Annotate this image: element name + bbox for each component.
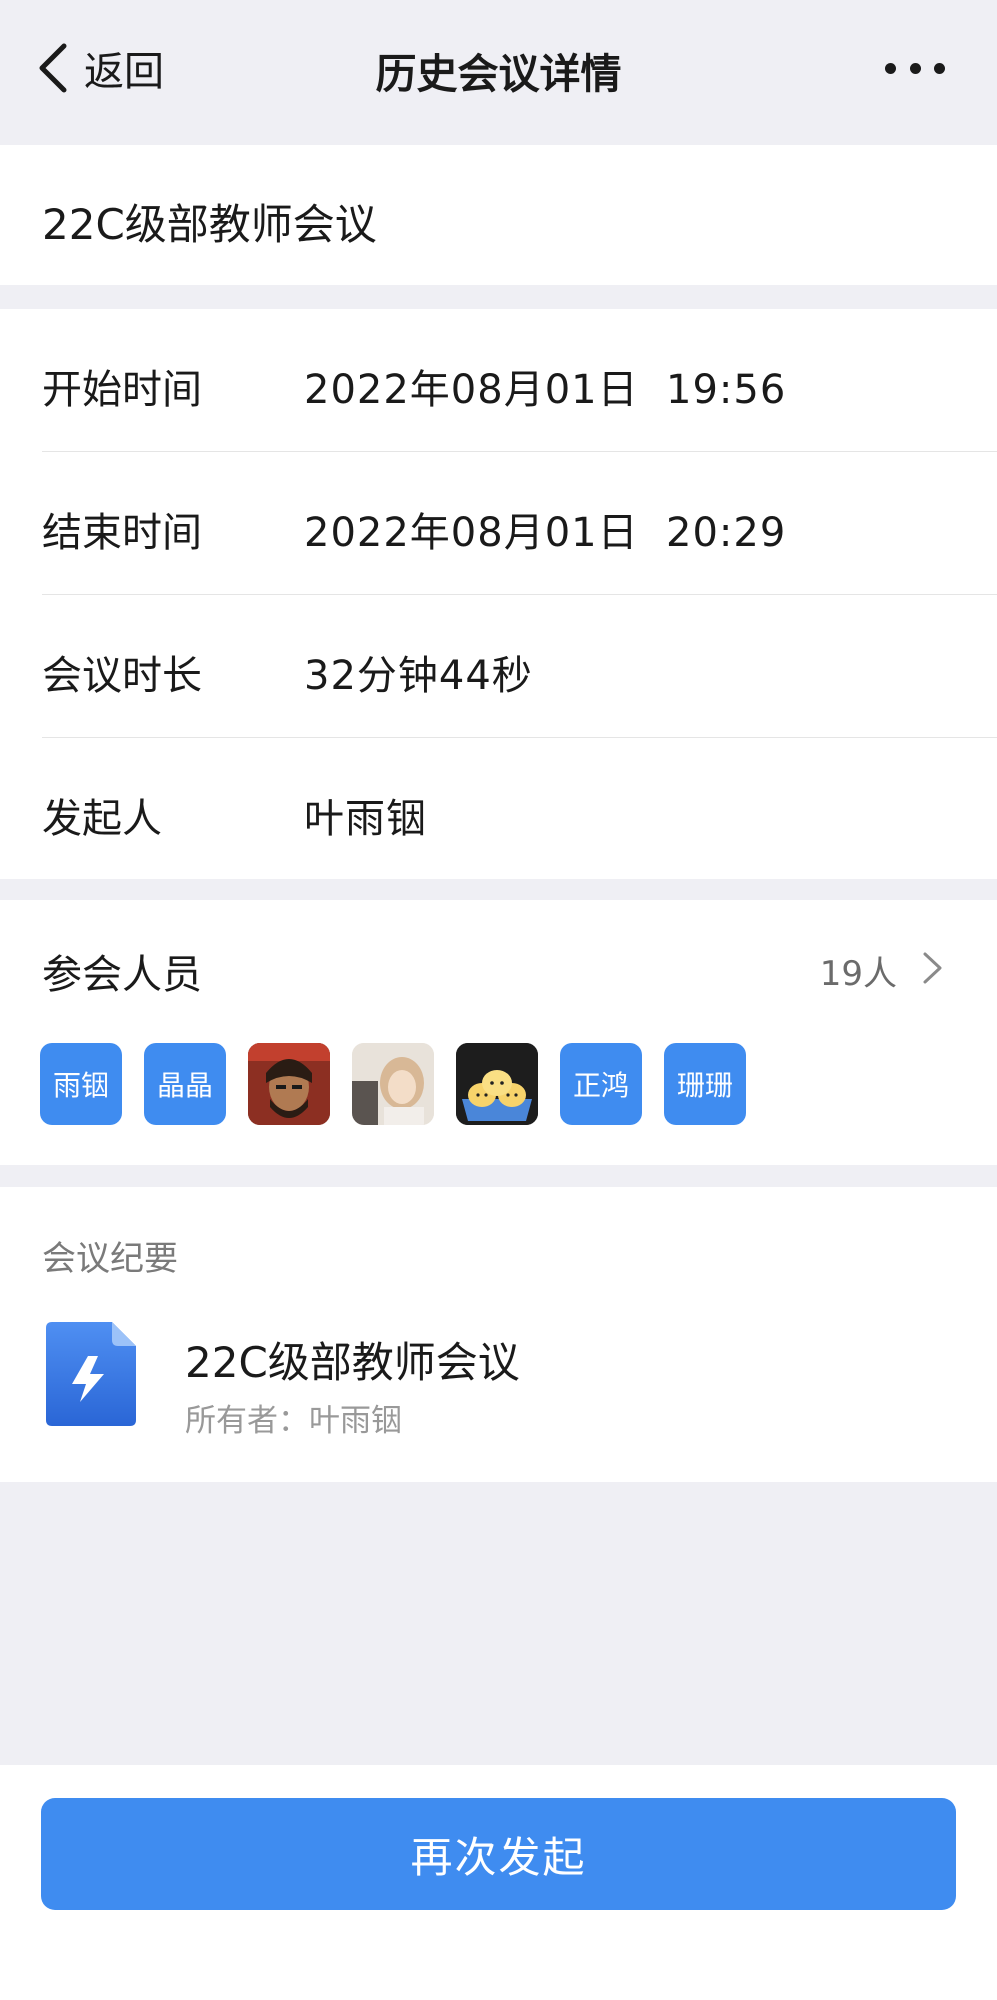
avatar[interactable]: 雨铟 <box>40 1043 122 1125</box>
detail-value: 2022年08月01日 19:56 <box>304 367 787 413</box>
detail-row-end-time: 结束时间 2022年08月01日 20:29 <box>42 452 997 595</box>
detail-label: 开始时间 <box>42 367 202 413</box>
avatar-label: 珊珊 <box>676 1069 733 1102</box>
lightning-doc-icon <box>46 1322 136 1426</box>
meeting-name: 22C级部教师会议 <box>42 200 377 249</box>
avatar[interactable]: 珊珊 <box>664 1043 746 1125</box>
participants-title: 参会人员 <box>42 952 202 998</box>
photo-avatar-woman[interactable] <box>352 1043 434 1125</box>
detail-label: 结束时间 <box>42 510 202 556</box>
avatar-label: 晶晶 <box>156 1069 213 1102</box>
nav-bar: 返回 历史会议详情 <box>0 0 997 140</box>
detail-value: 32分钟44秒 <box>304 653 533 699</box>
meeting-details-card: 开始时间 2022年08月01日 19:56 结束时间 2022年08月01日 … <box>0 309 997 879</box>
detail-value: 2022年08月01日 20:29 <box>304 510 787 556</box>
minutes-card: 会议纪要 22C级部教师会议 所有者：叶雨铟 <box>0 1187 997 1482</box>
detail-label: 发起人 <box>42 796 162 842</box>
detail-value: 叶雨铟 <box>304 796 427 842</box>
cartoon-dumplings-avatar[interactable] <box>456 1043 538 1125</box>
more-dots-icon[interactable] <box>885 54 945 82</box>
detail-row-start-time: 开始时间 2022年08月01日 19:56 <box>42 309 997 452</box>
minutes-doc-item[interactable]: 22C级部教师会议 所有者：叶雨铟 <box>40 1317 957 1447</box>
detail-row-duration: 会议时长 32分钟44秒 <box>42 595 997 738</box>
doc-owner: 所有者：叶雨铟 <box>185 1403 402 1439</box>
meeting-title-card: 22C级部教师会议 <box>0 145 997 285</box>
detail-label: 会议时长 <box>42 653 202 699</box>
participants-card[interactable]: 参会人员 19人 雨铟 晶晶 正鸿 珊珊 <box>0 900 997 1165</box>
chevron-right-icon[interactable] <box>921 950 945 986</box>
avatar-label: 正鸿 <box>572 1069 629 1102</box>
doc-name: 22C级部教师会议 <box>185 1338 520 1387</box>
avatar[interactable]: 正鸿 <box>560 1043 642 1125</box>
photo-avatar-man[interactable] <box>248 1043 330 1125</box>
avatar-label: 雨铟 <box>52 1069 109 1102</box>
detail-row-initiator: 发起人 叶雨铟 <box>42 738 997 881</box>
participants-count: 19人 <box>819 954 897 994</box>
avatar[interactable]: 晶晶 <box>144 1043 226 1125</box>
restart-meeting-button[interactable]: 再次发起 <box>41 1798 956 1910</box>
minutes-title: 会议纪要 <box>42 1239 178 1279</box>
page-title: 历史会议详情 <box>375 50 622 98</box>
footer-bar: 再次发起 <box>0 1765 997 2000</box>
